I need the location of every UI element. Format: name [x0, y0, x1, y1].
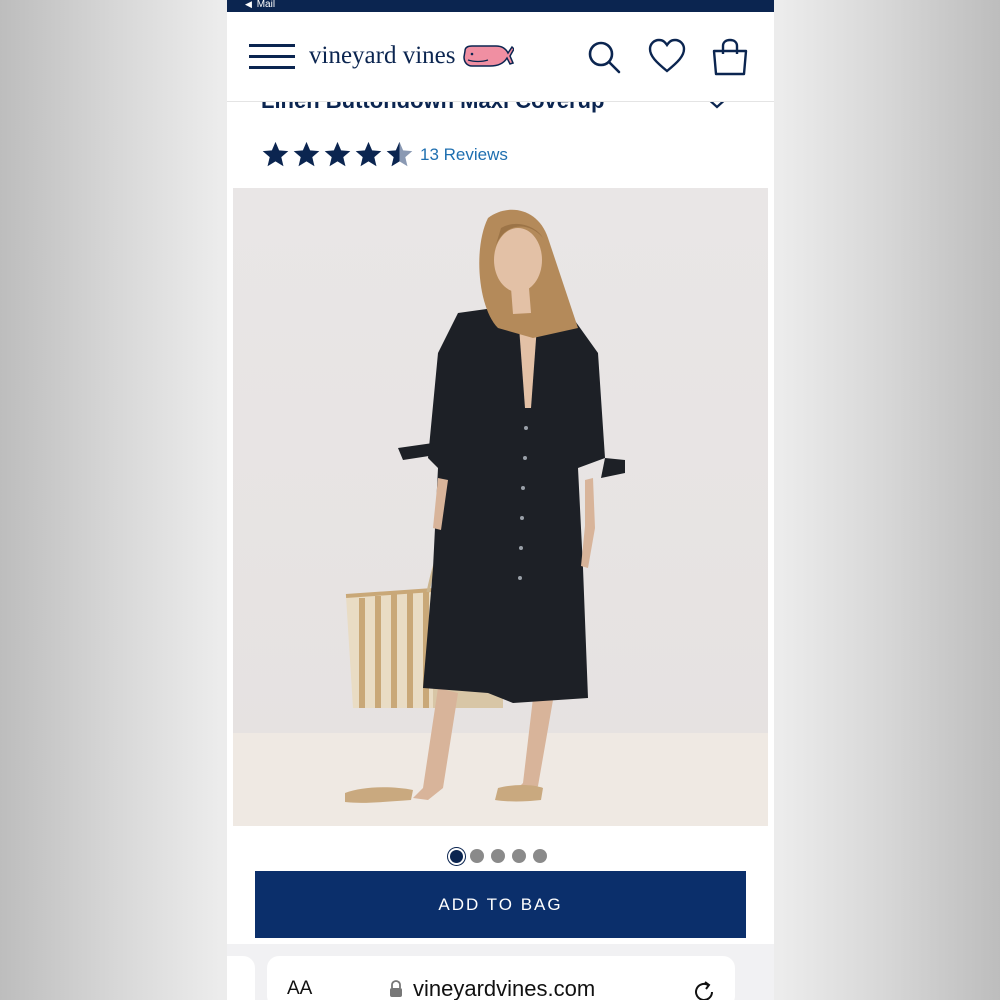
shopping-bag-icon[interactable]	[711, 38, 749, 76]
add-to-bag-button[interactable]: ADD TO BAG	[255, 871, 746, 938]
carousel-dot[interactable]	[491, 849, 505, 863]
star-rating	[261, 140, 416, 169]
hamburger-menu-icon[interactable]	[249, 42, 295, 72]
reload-icon[interactable]	[692, 980, 716, 1000]
reviews-link[interactable]: 13 Reviews	[420, 145, 508, 165]
star-half-icon	[386, 141, 413, 167]
star-icon	[293, 141, 320, 167]
star-icon	[324, 141, 351, 167]
whale-logo-icon	[463, 45, 515, 67]
address-bar[interactable]: AA vineyardvines.com	[267, 956, 735, 1000]
status-bar: ◀ Mail	[227, 0, 774, 12]
url-text[interactable]: vineyardvines.com	[413, 976, 595, 1000]
carousel-dot[interactable]	[450, 850, 463, 863]
carousel-dot[interactable]	[533, 849, 547, 863]
back-arrow-icon[interactable]: ◀	[245, 0, 252, 9]
carousel-dot[interactable]	[512, 849, 526, 863]
image-carousel-dots	[450, 849, 547, 863]
adjacent-tab[interactable]	[227, 956, 255, 1000]
star-icon	[262, 141, 289, 167]
carousel-dot[interactable]	[470, 849, 484, 863]
lock-icon	[390, 980, 402, 997]
model-photo	[233, 209, 768, 826]
brand-logo[interactable]: vineyard vines	[309, 38, 515, 74]
text-size-button[interactable]: AA	[287, 978, 312, 1000]
phone-screen: ◀ Mail vineyard vines Linen Buttondown M…	[227, 0, 774, 1000]
heart-icon[interactable]	[648, 38, 686, 76]
product-rating[interactable]: 13 Reviews	[261, 140, 508, 169]
brand-name: vineyard vines	[309, 42, 456, 69]
site-header: vineyard vines	[227, 12, 774, 102]
search-icon[interactable]	[585, 38, 623, 76]
browser-toolbar: AA vineyardvines.com	[227, 944, 774, 1000]
back-to-mail-link[interactable]: Mail	[257, 0, 275, 10]
product-image[interactable]	[233, 188, 768, 826]
star-icon	[355, 141, 382, 167]
